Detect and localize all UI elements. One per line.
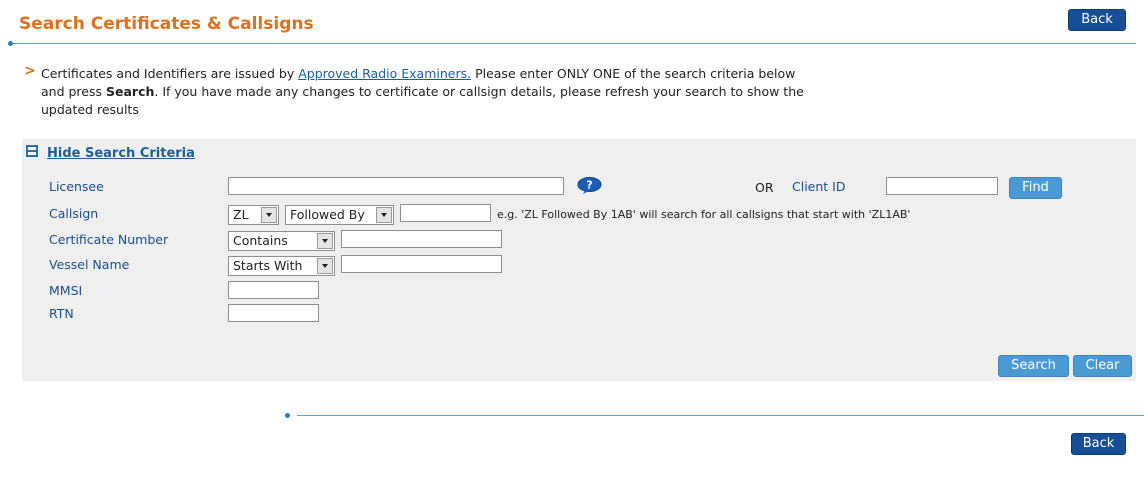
approved-examiners-link[interactable]: Approved Radio Examiners. — [298, 66, 471, 81]
hide-search-criteria-link[interactable]: Hide Search Criteria — [47, 146, 195, 161]
rtn-input[interactable] — [228, 304, 319, 322]
help-bubble-icon[interactable]: ? — [577, 177, 602, 194]
vessel-mode-select[interactable]: Starts With — [228, 256, 335, 276]
client-id-label: Client ID — [792, 179, 846, 194]
certificate-number-input[interactable] — [341, 230, 502, 248]
callsign-prefix-select[interactable]: ZL — [228, 205, 279, 225]
intro-text: Certificates and Identifiers are issued … — [41, 65, 811, 119]
certificate-mode-value: Contains — [233, 233, 288, 248]
intro-bold-search: Search — [105, 84, 155, 99]
certificate-number-label: Certificate Number — [49, 232, 169, 247]
licensee-label: Licensee — [49, 179, 104, 194]
chevron-right-icon: > — [24, 63, 36, 79]
mmsi-label: MMSI — [49, 283, 83, 298]
divider-dot-icon — [8, 41, 13, 46]
chevron-down-icon[interactable] — [261, 207, 277, 223]
back-button-bottom[interactable]: Back — [1071, 433, 1126, 455]
find-button[interactable]: Find — [1009, 177, 1062, 199]
chevron-down-icon[interactable] — [317, 233, 333, 249]
footer-divider — [297, 415, 1144, 416]
header-divider — [10, 43, 1136, 44]
svg-text:?: ? — [586, 179, 592, 192]
search-button[interactable]: Search — [998, 355, 1069, 377]
certificate-mode-select[interactable]: Contains — [228, 231, 335, 251]
intro-text-end: . If you have made any changes to certif… — [41, 84, 804, 117]
callsign-prefix-value: ZL — [233, 207, 249, 222]
rtn-label: RTN — [49, 306, 74, 321]
callsign-label: Callsign — [49, 206, 99, 221]
clear-button[interactable]: Clear — [1073, 355, 1132, 377]
mmsi-input[interactable] — [228, 281, 319, 299]
vessel-name-input[interactable] — [341, 255, 502, 273]
licensee-input[interactable] — [228, 177, 564, 195]
callsign-mode-value: Followed By — [290, 207, 365, 222]
chevron-down-icon[interactable] — [376, 207, 392, 223]
callsign-hint: e.g. 'ZL Followed By 1AB' will search fo… — [497, 208, 911, 221]
vessel-name-label: Vessel Name — [49, 257, 130, 272]
collapse-minus-icon[interactable] — [26, 145, 38, 157]
back-button-top[interactable]: Back — [1068, 9, 1126, 31]
callsign-input[interactable] — [400, 204, 491, 222]
or-label: OR — [755, 180, 774, 195]
vessel-mode-value: Starts With — [233, 258, 303, 273]
page-title: Search Certificates & Callsigns — [19, 14, 314, 34]
divider-dot-icon — [285, 413, 290, 418]
search-criteria-panel — [22, 139, 1136, 381]
chevron-down-icon[interactable] — [317, 258, 333, 274]
intro-text-start: Certificates and Identifiers are issued … — [41, 66, 299, 81]
client-id-input[interactable] — [886, 177, 998, 195]
callsign-mode-select[interactable]: Followed By — [285, 205, 394, 225]
